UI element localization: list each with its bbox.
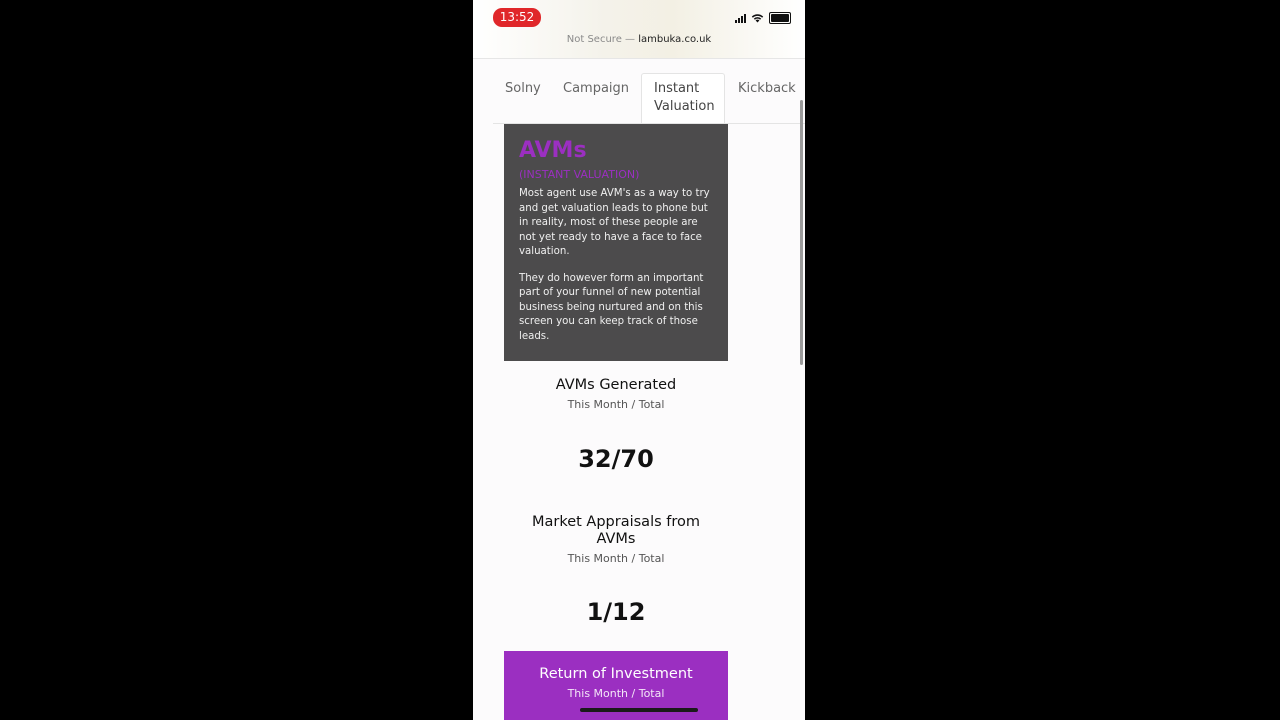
avm-card-paragraph-1: Most agent use AVM's as a way to try and… (519, 188, 710, 257)
stat-title: Market Appraisals from AVMs (531, 514, 701, 547)
avm-info-card: AVMs (INSTANT VALUATION) Most agent use … (504, 124, 728, 361)
avm-card-title: AVMs (519, 138, 587, 163)
roi-subtitle: This Month / Total (567, 687, 665, 700)
market-appraisals-value: 1/12 (586, 598, 646, 626)
url-bar[interactable]: Not Secure — lambuka.co.uk (473, 34, 805, 45)
market-appraisals-stat: Market Appraisals from AVMs This Month /… (504, 514, 728, 565)
phone-screen: 13:52 Not Secure — lambuka.co.uk Solny C… (473, 0, 805, 720)
clock-time[interactable]: 13:52 (493, 8, 541, 27)
page-scrollbar[interactable] (800, 100, 803, 365)
tab-solny[interactable]: Solny (505, 80, 541, 98)
stat-subtitle: This Month / Total (567, 552, 665, 565)
tab-campaign[interactable]: Campaign (563, 80, 629, 98)
status-icons (735, 12, 791, 24)
tab-instant-valuation-label: Instant Valuation (654, 81, 715, 114)
wifi-icon (751, 14, 764, 23)
avm-card-paragraph-2: They do however form an important part o… (519, 272, 704, 342)
tab-kickback[interactable]: Kickback (738, 80, 796, 98)
battery-icon (769, 12, 791, 24)
browser-status-bar: 13:52 Not Secure — lambuka.co.uk (473, 0, 805, 59)
tab-instant-valuation[interactable]: Instant Valuation (641, 73, 725, 123)
home-indicator[interactable] (580, 708, 698, 712)
avms-generated-stat: AVMs Generated This Month / Total (504, 377, 728, 411)
stat-subtitle: This Month / Total (567, 398, 665, 411)
section-tabs: Solny Campaign Instant Valuation Kickbac… (493, 73, 805, 124)
avm-card-subtitle: (INSTANT VALUATION) (519, 168, 640, 181)
stat-title: AVMs Generated (555, 377, 677, 393)
avms-generated-value: 32/70 (578, 445, 654, 473)
signal-icon (735, 13, 746, 23)
url-domain: lambuka.co.uk (638, 34, 712, 45)
roi-title: Return of Investment (539, 666, 693, 682)
security-label: Not Secure — (566, 34, 636, 45)
